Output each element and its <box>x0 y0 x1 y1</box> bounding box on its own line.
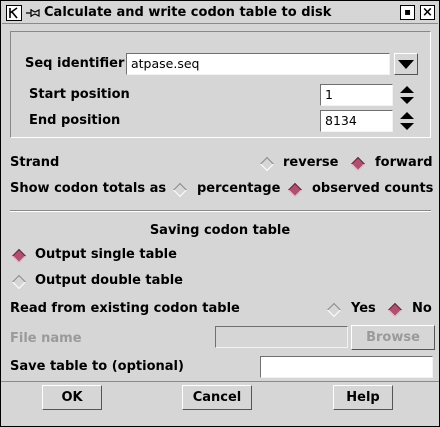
save-table-input[interactable] <box>260 356 433 378</box>
divider <box>10 210 431 212</box>
codon-totals-observed-radio[interactable] <box>287 182 303 198</box>
codon-totals-observed-label[interactable]: observed counts <box>312 181 433 196</box>
read-existing-yes-radio[interactable] <box>326 302 342 318</box>
start-position-spinner[interactable] <box>398 84 415 106</box>
strand-forward-radio[interactable] <box>350 156 366 172</box>
strand-reverse-radio[interactable] <box>259 156 275 172</box>
seq-identifier-dropdown-button[interactable] <box>394 53 418 75</box>
start-position-label: Start position <box>29 87 130 102</box>
chevron-down-icon <box>398 59 414 69</box>
seq-identifier-input[interactable]: atpase.seq <box>126 53 390 75</box>
read-existing-no-radio[interactable] <box>387 302 403 318</box>
output-double-radio[interactable] <box>11 274 27 290</box>
file-name-input[interactable] <box>215 326 348 348</box>
start-position-input[interactable]: 1 <box>320 84 393 106</box>
ok-button[interactable]: OK <box>42 385 102 410</box>
spin-down-icon[interactable] <box>398 121 415 132</box>
spin-up-icon[interactable] <box>398 84 415 95</box>
iconify-button[interactable]: ▪ <box>400 5 415 20</box>
saving-heading: Saving codon table <box>149 223 291 238</box>
read-existing-no-label[interactable]: No <box>412 301 432 316</box>
codon-totals-label: Show codon totals as <box>10 181 167 196</box>
cancel-button[interactable]: Cancel <box>182 385 252 410</box>
close-button[interactable]: × <box>420 5 435 20</box>
help-button[interactable]: Help <box>333 385 393 410</box>
end-position-spinner[interactable] <box>398 110 415 132</box>
strand-forward-label[interactable]: forward <box>375 155 433 170</box>
title-bar[interactable]: Calculate and write codon table to disk … <box>2 2 438 24</box>
codon-totals-percentage-radio[interactable] <box>172 182 188 198</box>
end-position-label: End position <box>29 113 121 128</box>
output-single-radio[interactable] <box>11 248 27 264</box>
seq-identifier-label: Seq identifier <box>25 56 125 71</box>
save-table-label: Save table to (optional) <box>10 359 184 374</box>
output-single-label[interactable]: Output single table <box>35 247 177 262</box>
strand-reverse-label[interactable]: reverse <box>283 155 339 170</box>
iconify-icon: ▪ <box>404 6 411 18</box>
codon-totals-percentage-label[interactable]: percentage <box>197 181 280 196</box>
spin-up-icon[interactable] <box>398 110 415 121</box>
output-double-label[interactable]: Output double table <box>35 273 183 288</box>
dialog-window: Calculate and write codon table to disk … <box>0 0 440 427</box>
app-icon[interactable] <box>6 5 22 21</box>
file-name-label: File name <box>10 331 82 346</box>
spin-down-icon[interactable] <box>398 95 415 106</box>
read-existing-yes-label[interactable]: Yes <box>351 301 376 316</box>
pin-icon[interactable] <box>25 7 41 19</box>
browse-button[interactable]: Browse <box>351 325 435 350</box>
strand-label: Strand <box>10 155 60 170</box>
read-existing-label: Read from existing codon table <box>10 301 240 316</box>
close-icon: × <box>422 5 433 20</box>
window-title: Calculate and write codon table to disk <box>44 5 332 20</box>
end-position-input[interactable]: 8134 <box>320 110 393 132</box>
